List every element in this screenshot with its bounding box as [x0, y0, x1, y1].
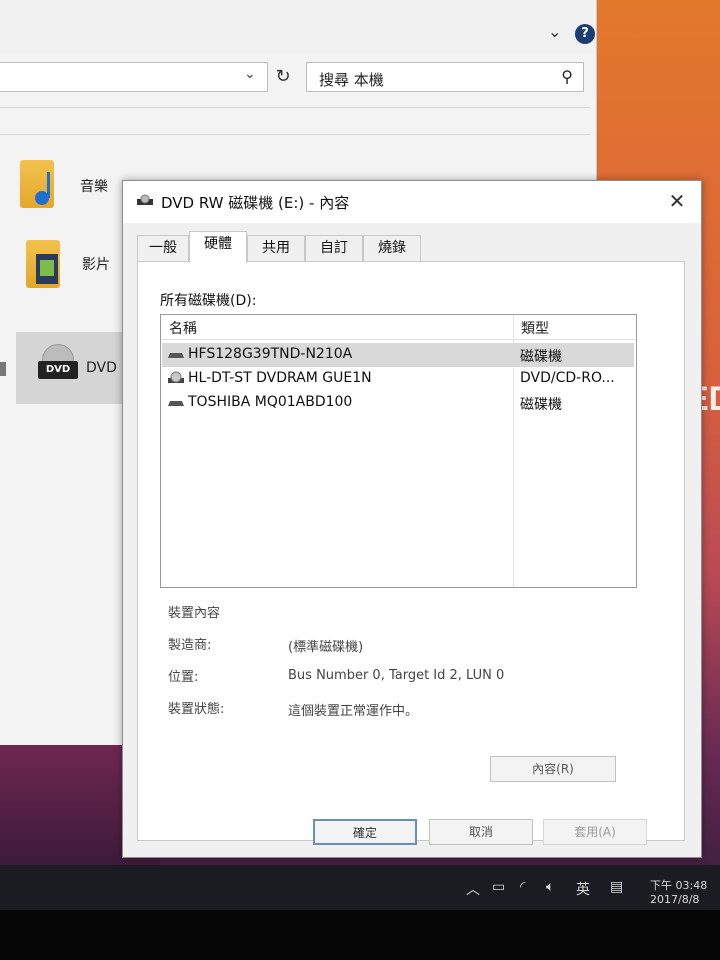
- drive-type: 磁碟機: [520, 349, 562, 365]
- column-header-type[interactable]: 類型: [521, 318, 549, 338]
- close-icon[interactable]: ✕: [665, 189, 689, 213]
- dvd-badge: DVD: [38, 361, 78, 379]
- music-folder-icon[interactable]: [20, 160, 54, 208]
- scroll-handle[interactable]: [0, 362, 6, 376]
- refresh-icon[interactable]: ↻: [271, 63, 295, 91]
- dvd-drive-icon: [137, 194, 153, 205]
- volume-icon[interactable]: 🔈︎: [546, 879, 554, 895]
- device-properties-heading: 裝置內容: [168, 606, 221, 621]
- tab-customize[interactable]: 自訂: [305, 235, 363, 261]
- search-icon[interactable]: ⚲: [561, 67, 573, 86]
- apply-button[interactable]: 套用(A): [543, 819, 647, 845]
- device-status-value: 這個裝置正常運作中。: [288, 704, 419, 719]
- disk-drive-icon: [168, 353, 184, 358]
- optical-drive-icon: [168, 371, 184, 383]
- divider: [0, 107, 590, 108]
- divider: [0, 134, 590, 135]
- table-row[interactable]: HFS128G39TND-N210A 磁碟機: [162, 343, 634, 367]
- device-status-label: 裝置狀態:: [168, 702, 225, 717]
- address-bar[interactable]: [0, 62, 268, 92]
- all-drives-label: 所有磁碟機(D):: [160, 293, 257, 309]
- ime-indicator[interactable]: 英: [576, 879, 590, 899]
- drive-list[interactable]: 名稱 類型 HFS128G39TND-N210A 磁碟機 HL-DT-ST DV…: [160, 314, 637, 588]
- column-header-name[interactable]: 名稱: [169, 318, 197, 338]
- tab-hardware[interactable]: 硬體: [189, 231, 247, 263]
- disk-drive-icon: [168, 401, 184, 406]
- list-header: 名稱 類型: [161, 315, 636, 340]
- manufacturer-label: 製造商:: [168, 638, 212, 653]
- location-value: Bus Number 0, Target Id 2, LUN 0: [288, 668, 505, 683]
- video-folder-icon[interactable]: [26, 240, 60, 288]
- properties-button[interactable]: 內容(R): [490, 756, 616, 782]
- chevron-up-icon[interactable]: ︿: [466, 879, 480, 899]
- location-label: 位置:: [168, 670, 199, 685]
- table-row[interactable]: TOSHIBA MQ01ABD100 磁碟機: [162, 391, 634, 415]
- properties-dialog: DVD RW 磁碟機 (E:) - 內容 ✕ 一般 硬體 共用 自訂 燒錄 所有…: [122, 180, 702, 858]
- clock-date[interactable]: 2017/8/8: [650, 893, 699, 906]
- wifi-icon[interactable]: ◜: [520, 879, 525, 895]
- cancel-button[interactable]: 取消: [429, 819, 533, 845]
- drive-type: 磁碟機: [520, 397, 562, 413]
- screen-bezel: [0, 910, 720, 960]
- drive-type: DVD/CD-RO...: [520, 370, 615, 386]
- action-center-icon[interactable]: ▤: [610, 879, 623, 895]
- search-placeholder: 搜尋 本機: [319, 71, 384, 89]
- clock-time[interactable]: 下午 03:48: [650, 877, 707, 893]
- drive-name: HL-DT-ST DVDRAM GUE1N: [188, 370, 372, 386]
- folder-label-music[interactable]: 音樂: [80, 176, 108, 196]
- manufacturer-value: (標準磁碟機): [288, 640, 364, 655]
- table-row[interactable]: HL-DT-ST DVDRAM GUE1N DVD/CD-RO...: [162, 367, 634, 391]
- drive-name: TOSHIBA MQ01ABD100: [188, 394, 353, 410]
- tab-general[interactable]: 一般: [137, 235, 189, 261]
- tab-sharing[interactable]: 共用: [247, 235, 305, 261]
- chevron-down-icon[interactable]: ⌄: [548, 22, 564, 41]
- drive-name: HFS128G39TND-N210A: [188, 346, 353, 362]
- dialog-titlebar[interactable]: DVD RW 磁碟機 (E:) - 內容 ✕: [123, 181, 701, 223]
- help-icon[interactable]: ?: [575, 24, 595, 44]
- explorer-ribbon: [0, 0, 596, 54]
- battery-icon[interactable]: ▭: [492, 879, 505, 895]
- taskbar: ︿ ▭ ◜ 🔈︎ 英 ▤ 下午 03:48 2017/8/8: [0, 865, 720, 910]
- hardware-tab-panel: 所有磁碟機(D): 名稱 類型 HFS128G39TND-N210A 磁碟機 H…: [137, 261, 685, 841]
- folder-label-videos[interactable]: 影片: [82, 254, 110, 274]
- address-dropdown-icon[interactable]: ⌄: [244, 66, 256, 82]
- dialog-title: DVD RW 磁碟機 (E:) - 內容: [161, 194, 350, 212]
- search-input[interactable]: 搜尋 本機 ⚲: [306, 62, 584, 92]
- ok-button[interactable]: 確定: [313, 819, 417, 845]
- tab-recording[interactable]: 燒錄: [363, 235, 421, 261]
